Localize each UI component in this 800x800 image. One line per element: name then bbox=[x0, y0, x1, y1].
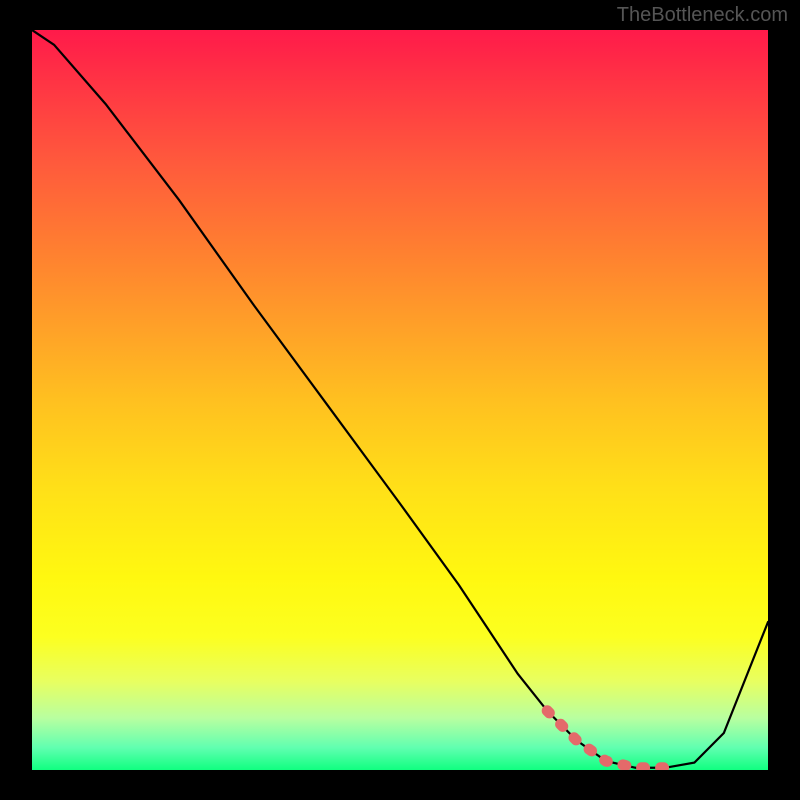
optimal-highlight-path bbox=[547, 711, 665, 768]
bottleneck-curve-path bbox=[32, 30, 768, 768]
chart-container: TheBottleneck.com bbox=[0, 0, 800, 800]
plot-area bbox=[32, 30, 768, 770]
curve-svg bbox=[32, 30, 768, 770]
watermark-text: TheBottleneck.com bbox=[617, 4, 788, 27]
